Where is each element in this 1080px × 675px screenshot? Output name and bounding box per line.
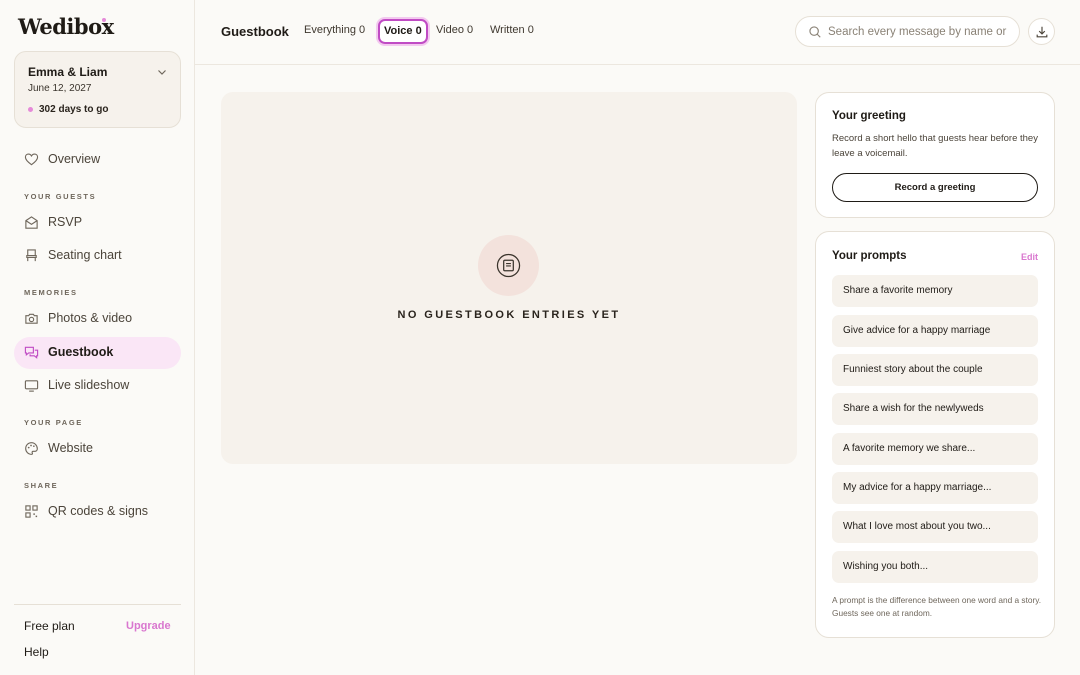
guestbook-icon [496,253,521,278]
countdown-dot [28,107,33,112]
prompt-item[interactable]: What I love most about you two... [832,511,1038,543]
qr-code-icon [25,505,38,518]
sidebar-label-website: Website [48,441,93,455]
plan-label: Free plan [24,619,75,633]
upgrade-link[interactable]: Upgrade [126,620,171,632]
section-label-memories: MEMORIES [24,288,78,297]
sidebar-label-rsvp: RSVP [48,215,83,229]
prompts-title: Your prompts [832,250,907,262]
tab-everything[interactable]: Everything 0 [304,24,365,36]
help-link[interactable]: Help [24,645,49,659]
sidebar-label-slideshow: Live slideshow [48,378,130,392]
download-icon [1036,26,1048,38]
chevron-down-icon [158,70,166,75]
search-box [795,16,1020,47]
sidebar-item-photos[interactable]: Photos & video [14,303,181,335]
prompt-text: My advice for a happy marriage... [843,482,992,493]
edit-prompts-link[interactable]: Edit [1021,252,1038,262]
guestbook-entries-panel: NO GUESTBOOK ENTRIES YET [221,92,797,464]
sidebar-item-overview[interactable]: Overview [14,144,181,176]
record-greeting-button[interactable]: Record a greeting [832,173,1038,202]
brand-logo[interactable]: Wedibox [18,14,114,39]
sidebar-item-slideshow[interactable]: Live slideshow [14,370,181,402]
tab-video[interactable]: Video 0 [436,24,473,36]
prompt-item[interactable]: My advice for a happy marriage... [832,472,1038,504]
greeting-title: Your greeting [832,110,906,122]
header-divider [195,64,1080,65]
greeting-description: Record a short hello that guests hear be… [832,133,1038,159]
search-icon [809,26,821,38]
chair-icon [26,249,37,262]
sidebar: Wedibox Emma & Liam June 12, 2027 302 da… [0,0,195,675]
sidebar-divider [14,604,181,605]
prompt-item[interactable]: Share a favorite memory [832,275,1038,307]
heart-icon [24,153,39,166]
prompt-item[interactable]: Funniest story about the couple [832,354,1038,386]
prompts-footnote: A prompt is the difference between one w… [832,595,1042,618]
prompt-item[interactable]: Wishing you both... [832,551,1038,583]
prompt-text: Wishing you both... [843,561,929,572]
prompt-text: Share a wish for the newlyweds [843,403,984,414]
tab-written[interactable]: Written 0 [490,24,534,36]
prompt-item[interactable]: Share a wish for the newlyweds [832,393,1038,425]
event-switcher[interactable]: Emma & Liam June 12, 2027 302 days to go [14,51,181,128]
section-label-page: YOUR PAGE [24,418,83,427]
prompts-card: Your prompts Edit Share a favorite memor… [815,231,1055,638]
page-title: Guestbook [221,24,289,39]
palette-icon [25,442,38,455]
prompt-text: A favorite memory we share... [843,443,976,454]
prompt-text: Share a favorite memory [843,285,953,296]
event-names: Emma & Liam [28,65,108,79]
sidebar-item-qr[interactable]: QR codes & signs [14,496,181,528]
sidebar-label-qr: QR codes & signs [48,504,149,518]
sidebar-label-guestbook: Guestbook [48,345,114,359]
sidebar-item-seating[interactable]: Seating chart [14,240,181,272]
sidebar-item-website[interactable]: Website [14,433,181,465]
prompt-text: Give advice for a happy marriage [843,325,991,336]
prompt-item[interactable]: Give advice for a happy marriage [832,315,1038,347]
greeting-card: Your greeting Record a short hello that … [815,92,1055,218]
prompt-text: What I love most about you two... [843,521,991,532]
sidebar-label-photos: Photos & video [48,311,133,325]
download-button[interactable] [1028,18,1055,45]
sidebar-label-seating: Seating chart [48,248,122,262]
search-input[interactable] [828,23,1008,41]
tab-voice[interactable]: Voice 0 [378,19,428,44]
event-date: June 12, 2027 [28,83,92,94]
sidebar-item-rsvp[interactable]: RSVP [14,207,181,239]
sidebar-item-guestbook[interactable]: Guestbook [14,337,181,369]
monitor-icon [24,380,39,392]
empty-state-badge [478,235,539,296]
prompt-text: Funniest story about the couple [843,364,983,375]
section-label-guests: YOUR GUESTS [24,192,97,201]
section-label-share: SHARE [24,481,59,490]
camera-icon [25,313,38,324]
chat-bubbles-icon [24,346,39,359]
logo-dot [102,18,106,22]
event-countdown: 302 days to go [39,104,109,115]
empty-state-text: NO GUESTBOOK ENTRIES YET [397,309,621,321]
envelope-icon [25,216,38,229]
prompt-item[interactable]: A favorite memory we share... [832,433,1038,465]
sidebar-label-overview: Overview [48,152,101,166]
